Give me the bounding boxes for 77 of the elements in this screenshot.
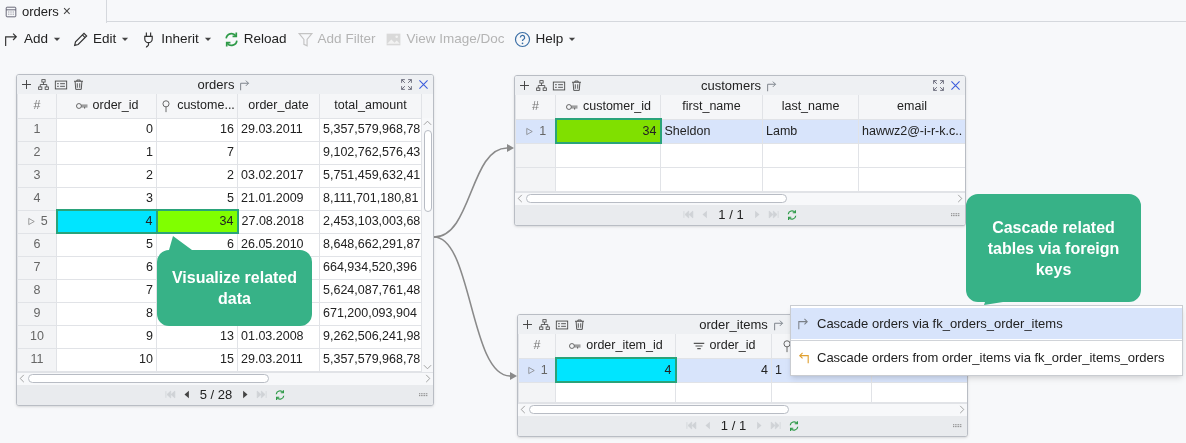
toolbar-button[interactable]: Reload [222, 28, 287, 50]
column-header[interactable]: order_id [56, 94, 157, 118]
column-header[interactable]: order_date [237, 94, 320, 118]
table-cell: 2,453,103,003,68 [319, 210, 422, 233]
table-cell: 15 [156, 348, 238, 371]
row-header[interactable]: 10 [17, 325, 57, 348]
window-title: customers [701, 77, 761, 95]
table-cell: 2 [56, 164, 157, 187]
table-cell: 34 [156, 210, 238, 233]
table-cell: 27.08.2018 [237, 210, 320, 233]
column-header[interactable]: order_id [675, 334, 772, 358]
column-header[interactable]: email [858, 95, 965, 119]
table-cell: 21.01.2009 [237, 187, 320, 210]
menu-item[interactable]: Cascade orders via fk_orders_order_items [791, 308, 1182, 339]
row-header[interactable]: 2 [17, 141, 57, 164]
column-header[interactable]: # [515, 95, 556, 119]
table-cell: 7 [156, 141, 238, 164]
column-header[interactable]: order_item_id [555, 334, 676, 358]
table-cell: 9,102,762,576,43 [319, 141, 422, 164]
column-header[interactable]: last_name [762, 95, 859, 119]
callout-text: Visualize related data [171, 268, 298, 309]
table-cell: 03.02.2017 [237, 164, 320, 187]
toolbar-button[interactable]: Add [3, 28, 63, 50]
table-cell: Sheldon [660, 119, 763, 143]
callout-text: Cascade related tables via foreign keys [986, 217, 1121, 280]
table-cell: 8 [56, 302, 157, 325]
table-cell: 34 [555, 119, 661, 143]
row-header[interactable]: 4 [17, 187, 57, 210]
close-tab-button[interactable]: × [62, 1, 72, 22]
table-cell: 1 [56, 141, 157, 164]
row-header[interactable]: 5 [17, 210, 57, 233]
toolbar-button[interactable]: Inherit [140, 28, 213, 50]
page-indicator: 1 / 1 [717, 205, 745, 224]
table-cell: 5,751,459,632,41 [319, 164, 422, 187]
menu-item[interactable]: Cascade orders from order_items via fk_order_items_orders [791, 342, 1182, 373]
tab[interactable]: orders × [0, 0, 107, 23]
page-indicator: 5 / 28 [198, 385, 234, 404]
table-cell: 5,357,579,968,78 [319, 118, 422, 141]
row-header[interactable]: 11 [17, 348, 57, 371]
column-header[interactable]: custome... [156, 94, 238, 118]
table-cell: 29.03.2011 [237, 348, 320, 371]
table-cell: 5,357,579,968,78 [319, 348, 422, 371]
column-header[interactable]: # [518, 334, 556, 358]
table-cell: 29.03.2011 [237, 118, 320, 141]
table-cell: 5,624,087,761,48 [319, 279, 422, 302]
row-header[interactable]: 8 [17, 279, 57, 302]
row-header[interactable]: 7 [17, 256, 57, 279]
table-cell: 9,262,506,241,98 [319, 325, 422, 348]
toolbar-button[interactable]: Help [514, 28, 578, 50]
table-cell: 2 [156, 164, 238, 187]
column-header[interactable]: first_name [660, 95, 763, 119]
window-title: orders [197, 76, 235, 94]
table-cell: 8,648,662,291,87 [319, 233, 422, 256]
row-header[interactable]: 3 [17, 164, 57, 187]
table-cell: 5 [56, 233, 157, 256]
table-cell: 4 [675, 358, 772, 382]
table-cell: Lamb [762, 119, 859, 143]
table-cell: 671,200,093,904 [319, 302, 422, 325]
table-cell: 664,934,520,396 [319, 256, 422, 279]
table-cell: 4 [56, 210, 157, 233]
column-header[interactable]: # [17, 94, 57, 118]
toolbar-button[interactable]: Edit [72, 28, 131, 50]
table-cell: 6 [56, 256, 157, 279]
table-cell: 0 [56, 118, 157, 141]
row-header[interactable]: 1 [17, 118, 57, 141]
table-cell: 8,111,701,180,81 [319, 187, 422, 210]
table-cell: 16 [156, 118, 238, 141]
table-cell: 10 [56, 348, 157, 371]
table-cell: 7 [56, 279, 157, 302]
row-header[interactable]: 9 [17, 302, 57, 325]
window-title: order_items [699, 316, 768, 334]
column-header[interactable]: customer_id [555, 95, 661, 119]
column-header[interactable]: total_amount [319, 94, 422, 118]
page-indicator: 1 / 1 [719, 416, 748, 435]
row-header[interactable]: 6 [17, 233, 57, 256]
table-cell: 9 [56, 325, 157, 348]
table-cell: 4 [555, 358, 676, 382]
